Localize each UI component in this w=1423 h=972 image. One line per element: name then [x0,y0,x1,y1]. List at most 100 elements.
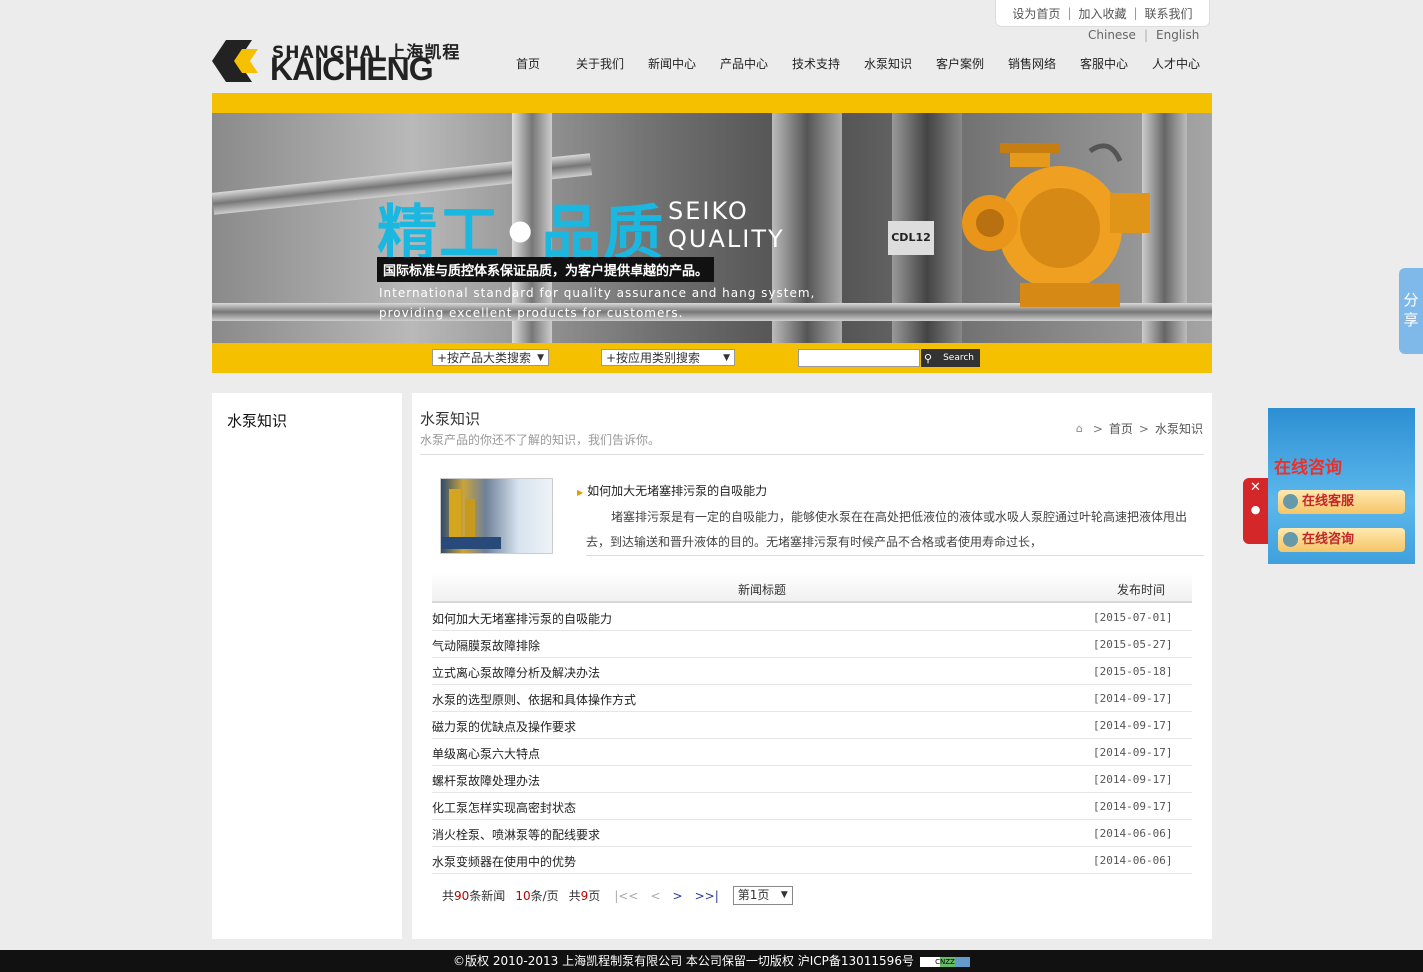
nav-tech-support[interactable]: 技术支持 [780,55,852,72]
news-title-link[interactable]: 螺杆泵故障处理办法 [432,772,540,789]
page-count: 9 [580,888,589,903]
first-page-button[interactable]: |<< [614,889,638,903]
prev-page-button[interactable]: < [650,889,660,903]
pump-image-icon [962,143,1150,307]
news-title-link[interactable]: 化工泵怎样实现高密封状态 [432,799,576,816]
news-date: [2015-05-18] [1093,665,1173,678]
news-date: [2014-06-06] [1093,827,1173,840]
user-icon [1283,494,1298,509]
breadcrumb-current[interactable]: 水泵知识 [1155,420,1203,437]
main-nav: 首页 关于我们 新闻中心 产品中心 技术支持 水泵知识 客户案例 销售网络 客服… [492,55,1212,72]
header-date: 发布时间 [1117,583,1166,597]
page-select[interactable]: 第1页 ▼ [732,886,793,905]
chevron-down-icon: ▼ [780,890,788,900]
divider [420,454,1204,455]
news-title-link[interactable]: 立式离心泵故障分析及解决办法 [432,664,600,681]
lang-english-link[interactable]: English [1156,28,1199,42]
online-consult-button[interactable]: 在线咨询 [1278,528,1405,552]
product-category-select[interactable]: +按产品大类搜索 ▼ [432,349,549,366]
contact-us-link[interactable]: 联系我们 [1145,5,1193,22]
cnzz-badge[interactable]: CNZZ [919,956,970,967]
logo-text-bottom: KAICHENG [270,51,434,87]
news-date: [2015-05-27] [1093,638,1173,651]
nav-news[interactable]: 新闻中心 [636,55,708,72]
news-table-header: 新闻标题 发布时间 [432,573,1192,603]
set-homepage-link[interactable]: 设为首页 [1012,5,1060,22]
divider [586,555,1204,556]
news-title-link[interactable]: 消火栓泵、喷淋泵等的配线要求 [432,826,600,843]
breadcrumb-home[interactable]: 首页 [1109,420,1133,437]
footer: ©版权 2010-2013 上海凯程制泵有限公司 本公司保留一切版权 沪ICP备… [0,950,1423,972]
language-switch: Chinese | English [1088,28,1200,42]
news-list: 如何加大无堵塞排污泵的自吸能力 [2015-07-01] 气动隔膜泵故障排除 [20… [432,604,1192,874]
nav-products[interactable]: 产品中心 [708,55,780,72]
table-row: 水泵变频器在使用中的优势 [2014-06-06] [432,847,1192,874]
news-title-link[interactable]: 磁力泵的优缺点及操作要求 [432,718,576,735]
table-row: 单级离心泵六大特点 [2014-09-17] [432,739,1192,766]
paw-icon: ● [1250,503,1261,516]
lang-chinese-link[interactable]: Chinese [1088,28,1136,42]
news-title-link[interactable]: 气动隔膜泵故障排除 [432,637,540,654]
nav-home[interactable]: 首页 [492,55,564,72]
sidebar-title: 水泵知识 [227,412,288,430]
news-title-link[interactable]: 水泵的选型原则、依据和具体操作方式 [432,691,636,708]
news-date: [2014-06-06] [1093,854,1173,867]
nav-sales-network[interactable]: 销售网络 [996,55,1068,72]
pagination: 共 90 条新闻 10 条/页 共9页 |<< < > >>| 第1页 ▼ [442,886,793,905]
banner-slogan: 国际标准与质控体系保证品质，为客户提供卓越的产品。 [377,257,715,282]
table-row: 立式离心泵故障分析及解决办法 [2015-05-18] [432,658,1192,685]
online-consult-panel: 在线咨询 在线客服 在线咨询 [1268,408,1415,564]
baidu-widget-tab[interactable]: ✕ ● [1243,478,1268,544]
application-category-select[interactable]: +按应用类别搜索 ▼ [601,349,735,366]
page-subtitle: 水泵产品的你还不了解的知识，我们告诉你。 [420,433,661,447]
close-icon[interactable]: ✕ [1243,480,1268,495]
featured-image[interactable] [440,478,553,554]
search-input[interactable] [798,349,920,367]
share-button[interactable]: 分享 [1399,268,1423,354]
table-row: 如何加大无堵塞排污泵的自吸能力 [2015-07-01] [432,604,1192,631]
main-content: 水泵知识 水泵产品的你还不了解的知识，我们告诉你。 ⌂ > 首页 > 水泵知识 … [412,393,1212,939]
online-title: 在线咨询 [1274,458,1342,478]
next-page-button[interactable]: > [673,889,683,903]
chevron-down-icon: ▼ [723,353,730,363]
page-title: 水泵知识 [420,410,481,428]
breadcrumb: ⌂ > 首页 > 水泵知识 [1075,420,1203,437]
banner-english-title: SEIKO QUALITY [668,197,785,253]
header-title: 新闻标题 [738,583,787,597]
logo[interactable]: SHANGHAI 上海凯程 KAICHENG [212,38,462,87]
news-date: [2014-09-17] [1093,719,1173,732]
featured-title[interactable]: ▶ 如何加大无堵塞排污泵的自吸能力 [577,482,767,499]
search-button[interactable]: ⚲ Search [921,349,980,367]
news-date: [2014-09-17] [1093,800,1173,813]
nav-cases[interactable]: 客户案例 [924,55,996,72]
nav-careers[interactable]: 人才中心 [1140,55,1212,72]
logo-mark-icon [212,40,258,82]
news-title-link[interactable]: 水泵变频器在使用中的优势 [432,853,576,870]
total-count: 90 [454,888,470,903]
sidebar: 水泵知识 [212,393,402,939]
chevron-down-icon: ▼ [537,353,544,363]
triangle-bullet-icon: ▶ [577,488,584,497]
news-date: [2014-09-17] [1093,692,1173,705]
table-row: 螺杆泵故障处理办法 [2014-09-17] [432,766,1192,793]
hero-banner: CDL12 精工•品质 SEIKO QUALITY 国际标准与质控体系保证品质，为… [212,113,1212,343]
add-favorite-link[interactable]: 加入收藏 [1078,5,1126,22]
home-icon: ⌂ [1075,422,1083,435]
news-title-link[interactable]: 单级离心泵六大特点 [432,745,540,762]
last-page-button[interactable]: >>| [695,889,719,903]
nav-pump-knowledge[interactable]: 水泵知识 [852,55,924,72]
table-row: 磁力泵的优缺点及操作要求 [2014-09-17] [432,712,1192,739]
copyright: ©版权 2010-2013 上海凯程制泵有限公司 本公司保留一切版权 沪ICP备… [453,954,914,968]
table-row: 水泵的选型原则、依据和具体操作方式 [2014-09-17] [432,685,1192,712]
nav-about[interactable]: 关于我们 [564,55,636,72]
news-date: [2014-09-17] [1093,773,1173,786]
online-service-button[interactable]: 在线客服 [1278,490,1405,514]
table-row: 化工泵怎样实现高密封状态 [2014-09-17] [432,793,1192,820]
featured-desc: 堵塞排污泵是有一定的自吸能力，能够使水泵在在高处把低液位的液体或水吸人泵腔通过叶… [586,510,1188,549]
search-icon: ⚲ [924,352,933,365]
table-row: 气动隔膜泵故障排除 [2015-05-27] [432,631,1192,658]
nav-service[interactable]: 客服中心 [1068,55,1140,72]
news-title-link[interactable]: 如何加大无堵塞排污泵的自吸能力 [432,610,612,627]
top-links: 设为首页 | 加入收藏 | 联系我们 [995,0,1210,27]
news-date: [2014-09-17] [1093,746,1173,759]
